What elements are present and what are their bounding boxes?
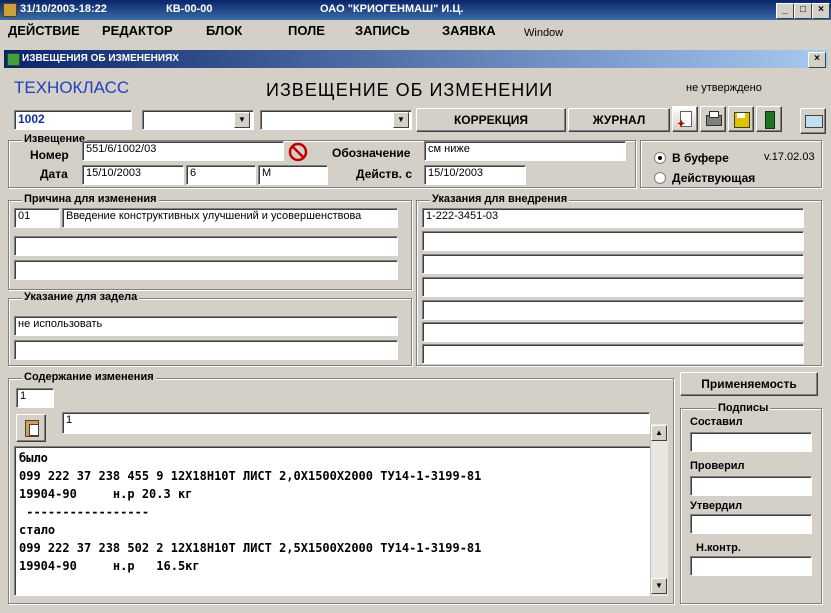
page-number-field[interactable]: 1 [16,388,54,408]
content-group-label: Содержание изменения [22,371,156,383]
implementation-row[interactable] [422,277,804,297]
menu-action[interactable]: ДЕЙСТВИЕ [8,23,80,38]
menu-request[interactable]: ЗАЯВКА [442,23,496,38]
notice-code-field[interactable]: 1002 [14,110,132,130]
content-line: 099 222 37 238 455 9 12Х18Н10Т ЛИСТ 2,0Х… [19,469,482,483]
implementation-row[interactable] [422,322,804,342]
maximize-button[interactable]: □ [794,3,812,19]
line-number-field[interactable]: 1 [62,412,650,434]
in-buffer-radio[interactable] [654,152,666,164]
reason-line-2[interactable] [14,236,398,256]
checked-field[interactable] [690,476,812,496]
approved-label: Утвердил [690,500,743,512]
content-line: стало [19,523,56,537]
backlog-line-2[interactable] [14,340,398,360]
effective-from-label: Действ. с [356,167,413,181]
clear-icon[interactable] [288,142,308,162]
menu-field[interactable]: ПОЛЕ [288,23,325,38]
combo-1-dropdown[interactable]: ▼ [234,112,250,128]
composed-label: Составил [690,416,743,428]
new-doc-icon[interactable]: ✦ [672,106,698,132]
save-icon[interactable] [728,106,754,132]
effective-from-field[interactable]: 15/10/2003 [424,165,526,185]
content-line: 19904-90 н.р 20.3 кг [19,487,193,501]
exit-door-icon[interactable] [756,106,782,132]
checked-label: Проверил [690,460,745,472]
applicability-button[interactable]: Применяемость [680,372,818,396]
brand-logo-text: ТЕХНОКЛАСС [14,78,130,97]
journal-button[interactable]: ЖУРНАЛ [568,108,670,132]
implementation-group-label: Указания для внедрения [430,193,570,205]
date-extra-field-2[interactable]: М [258,165,328,185]
title-company: ОАО "КРИОГЕНМАШ" И.Ц. [320,3,464,15]
date-label: Дата [40,167,68,181]
combo-2[interactable] [260,110,412,130]
close-button[interactable]: × [812,3,830,19]
menu-block[interactable]: БЛОК [206,23,242,38]
norm-control-field[interactable] [690,556,812,576]
signatures-group-label: Подписы [716,402,771,414]
approval-status: не утверждено [686,82,762,94]
in-buffer-label: В буфере [672,151,729,165]
child-window-title-bar: ИЗВЕЩЕНИЯ ОБ ИЗМЕНЕНИЯХ × [4,50,828,68]
designation-field[interactable]: см ниже [424,141,626,161]
notice-group-label: Извещение [22,133,88,145]
active-radio[interactable] [654,172,666,184]
correction-button[interactable]: КОРРЕКЦИЯ [416,108,566,132]
child-close-button[interactable]: × [808,52,826,68]
backlog-group-label: Указание для задела [22,291,140,303]
app-icon [3,3,17,17]
window-icon [7,53,20,66]
number-field[interactable]: 551/6/1002/03 [82,141,284,161]
reason-line-3[interactable] [14,260,398,280]
number-label: Номер [30,148,69,162]
content-line: ----------------- [19,505,150,519]
content-line: 19904-90 н.р 16.5кг [19,559,200,573]
scroll-down-button[interactable]: ▼ [651,578,667,594]
reason-text-field[interactable]: Введение конструктивных улучшений и усов… [62,208,398,228]
minimize-button[interactable]: _ [776,3,794,19]
implementation-row[interactable] [422,254,804,274]
child-window-title: ИЗВЕЩЕНИЯ ОБ ИЗМЕНЕНИЯХ [22,53,179,64]
active-label: Действующая [672,171,756,185]
menu-bar: ДЕЙСТВИЕ РЕДАКТОР БЛОК ПОЛЕ ЗАПИСЬ ЗАЯВК… [0,20,831,42]
title-code: КВ-00-00 [166,3,213,15]
composed-field[interactable] [690,432,812,452]
approved-field[interactable] [690,514,812,534]
reason-group-label: Причина для изменения [22,193,159,205]
screen-icon[interactable] [800,108,826,134]
implementation-row[interactable]: 1-222-3451-03 [422,208,804,228]
implementation-row[interactable] [422,231,804,251]
form-title: ИЗВЕЩЕНИЕ ОБ ИЗМЕНЕНИИ [266,80,554,100]
paste-icon[interactable] [16,414,46,442]
implementation-row[interactable] [422,344,804,364]
implementation-row[interactable] [422,300,804,320]
app-title-bar: 31/10/2003-18:22 КВ-00-00 ОАО "КРИОГЕНМА… [0,0,831,20]
designation-label: Обозначение [332,146,411,160]
title-timestamp: 31/10/2003-18:22 [20,3,107,15]
reason-code-field[interactable]: 01 [14,208,60,228]
menu-editor[interactable]: РЕДАКТОР [102,23,173,38]
menu-record[interactable]: ЗАПИСЬ [355,23,410,38]
backlog-field[interactable]: не использовать [14,316,398,336]
date-field[interactable]: 15/10/2003 [82,165,184,185]
menu-window[interactable]: Window [524,27,563,39]
content-line: было [19,451,48,465]
version-label: v.17.02.03 [764,151,815,163]
combo-2-dropdown[interactable]: ▼ [393,112,409,128]
content-scrollbar[interactable] [650,424,668,596]
content-line: 099 222 37 238 502 2 12Х18Н10Т ЛИСТ 2,5Х… [19,541,482,555]
print-icon[interactable] [700,106,726,132]
scroll-up-button[interactable]: ▲ [651,425,667,441]
content-textarea[interactable]: было 099 222 37 238 455 9 12Х18Н10Т ЛИСТ… [14,446,668,596]
norm-control-label: Н.контр. [696,542,741,554]
date-extra-field-1[interactable]: 6 [186,165,256,185]
